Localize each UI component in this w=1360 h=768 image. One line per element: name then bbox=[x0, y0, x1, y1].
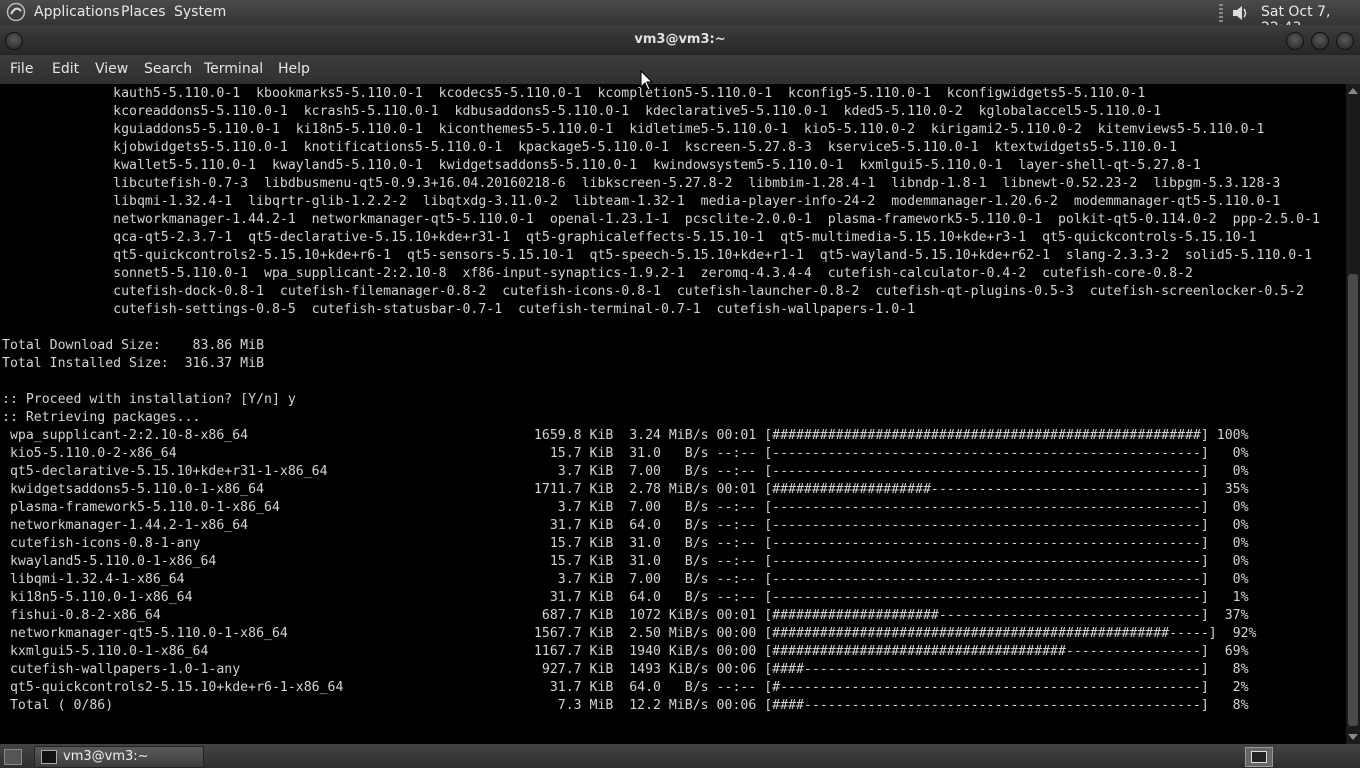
terminal-line: :: Proceed with installation? [Y/n] y bbox=[2, 392, 296, 407]
terminal-line: qt5-declarative-5.15.10+kde+r31-1-x86_64… bbox=[2, 464, 1249, 479]
terminal-line: wpa_supplicant-2:2.10-8-x86_64 1659.8 Ki… bbox=[2, 428, 1249, 443]
scrollbar-thumb[interactable] bbox=[1348, 274, 1358, 726]
terminal-line: qca-qt5-2.3.7-1 qt5-declarative-5.15.10+… bbox=[2, 230, 1257, 245]
menu-file[interactable]: File bbox=[10, 61, 33, 77]
workspace-window-icon bbox=[1251, 751, 1267, 763]
terminal-line: libqmi-1.32.4-1-x86_64 3.7 KiB 7.00 B/s … bbox=[2, 572, 1249, 587]
terminal-output[interactable]: kauth5-5.110.0-1 kbookmarks5-5.110.0-1 k… bbox=[0, 84, 1346, 744]
terminal-line: Total Download Size: 83.86 MiB bbox=[2, 338, 265, 353]
menu-terminal[interactable]: Terminal bbox=[204, 61, 263, 77]
scroll-down-arrow-icon[interactable] bbox=[1348, 734, 1358, 740]
terminal-line: Total ( 0/86) 7.3 MiB 12.2 MiB/s 00:06 [… bbox=[2, 698, 1249, 713]
terminal-line: sonnet5-5.110.0-1 wpa_supplicant-2:2.10-… bbox=[2, 266, 1193, 281]
system-menu[interactable]: System bbox=[174, 4, 226, 20]
speaker-icon[interactable] bbox=[1230, 3, 1250, 23]
bottom-panel: vm3@vm3:~ bbox=[0, 744, 1360, 768]
panel-handle bbox=[1219, 4, 1223, 22]
terminal-line: networkmanager-1.44.2-1 networkmanager-q… bbox=[2, 212, 1320, 227]
terminal-line: kauth5-5.110.0-1 kbookmarks5-5.110.0-1 k… bbox=[2, 86, 1146, 101]
close-button[interactable] bbox=[1336, 32, 1354, 50]
menu-view[interactable]: View bbox=[95, 61, 128, 77]
terminal-line: kio5-5.110.0-2-x86_64 15.7 KiB 31.0 B/s … bbox=[2, 446, 1249, 461]
maximize-button[interactable] bbox=[1311, 32, 1329, 50]
window-titlebar[interactable]: vm3@vm3:~ bbox=[0, 25, 1360, 55]
minimize-button[interactable] bbox=[1286, 32, 1304, 50]
terminal-line: :: Retrieving packages... bbox=[2, 410, 201, 425]
places-menu[interactable]: Places bbox=[121, 4, 166, 20]
terminal-line: ki18n5-5.110.0-1-x86_64 31.7 KiB 64.0 B/… bbox=[2, 590, 1249, 605]
top-panel: Applications Places System Sat Oct 7, 22… bbox=[0, 0, 1360, 36]
show-desktop-icon[interactable] bbox=[4, 749, 22, 765]
terminal-line: kcoreaddons5-5.110.0-1 kcrash5-5.110.0-1… bbox=[2, 104, 1162, 119]
terminal-line: cutefish-settings-0.8-5 cutefish-statusb… bbox=[2, 302, 916, 317]
applications-menu[interactable]: Applications bbox=[34, 4, 120, 20]
terminal-line: cutefish-wallpapers-1.0-1-any 927.7 KiB … bbox=[2, 662, 1249, 677]
terminal-line: qt5-quickcontrols2-5.15.10+kde+r6-1 qt5-… bbox=[2, 248, 1313, 263]
distro-logo-icon[interactable] bbox=[6, 2, 26, 22]
menu-help[interactable]: Help bbox=[278, 61, 310, 77]
terminal-icon bbox=[41, 750, 57, 764]
terminal-line: kwidgetsaddons5-5.110.0-1-x86_64 1711.7 … bbox=[2, 482, 1249, 497]
terminal-line: kwayland5-5.110.0-1-x86_64 15.7 KiB 31.0… bbox=[2, 554, 1249, 569]
menu-search[interactable]: Search bbox=[144, 61, 192, 77]
terminal-line: libqmi-1.32.4-1 libqrtr-glib-1.2.2-2 lib… bbox=[2, 194, 1281, 209]
terminal-line: qt5-quickcontrols2-5.15.10+kde+r6-1-x86_… bbox=[2, 680, 1249, 695]
terminal-line: kguiaddons5-5.110.0-1 ki18n5-5.110.0-1 k… bbox=[2, 122, 1265, 137]
window-title: vm3@vm3:~ bbox=[634, 32, 726, 47]
terminal-line: kxmlgui5-5.110.0-1-x86_64 1167.7 KiB 194… bbox=[2, 644, 1249, 659]
terminal-line: libcutefish-0.7-3 libdbusmenu-qt5-0.9.3+… bbox=[2, 176, 1281, 191]
taskbar-window-label: vm3@vm3:~ bbox=[63, 749, 149, 764]
terminal-line: Total Installed Size: 316.37 MiB bbox=[2, 356, 265, 371]
terminal-menubar: File Edit View Search Terminal Help bbox=[0, 55, 1360, 84]
mouse-pointer-icon bbox=[640, 70, 654, 91]
terminal-line: networkmanager-qt5-5.110.0-1-x86_64 1567… bbox=[2, 626, 1257, 641]
terminal-line: networkmanager-1.44.2-1-x86_64 31.7 KiB … bbox=[2, 518, 1249, 533]
terminal-line: kjobwidgets5-5.110.0-1 knotifications5-5… bbox=[2, 140, 1178, 155]
terminal-line: kwallet5-5.110.0-1 kwayland5-5.110.0-1 k… bbox=[2, 158, 1201, 173]
terminal-text: kauth5-5.110.0-1 kbookmarks5-5.110.0-1 k… bbox=[2, 85, 1320, 715]
taskbar-window-button[interactable]: vm3@vm3:~ bbox=[34, 746, 204, 768]
workspace-switcher[interactable] bbox=[1245, 747, 1273, 767]
terminal-line: cutefish-icons-0.8-1-any 15.7 KiB 31.0 B… bbox=[2, 536, 1249, 551]
terminal-scrollbar[interactable] bbox=[1346, 84, 1360, 744]
scroll-up-arrow-icon[interactable] bbox=[1348, 88, 1358, 94]
terminal-line: plasma-framework5-5.110.0-1-x86_64 3.7 K… bbox=[2, 500, 1249, 515]
terminal-line: fishui-0.8-2-x86_64 687.7 KiB 1072 KiB/s… bbox=[2, 608, 1249, 623]
menu-edit[interactable]: Edit bbox=[52, 61, 79, 77]
terminal-line: cutefish-dock-0.8-1 cutefish-filemanager… bbox=[2, 284, 1305, 299]
